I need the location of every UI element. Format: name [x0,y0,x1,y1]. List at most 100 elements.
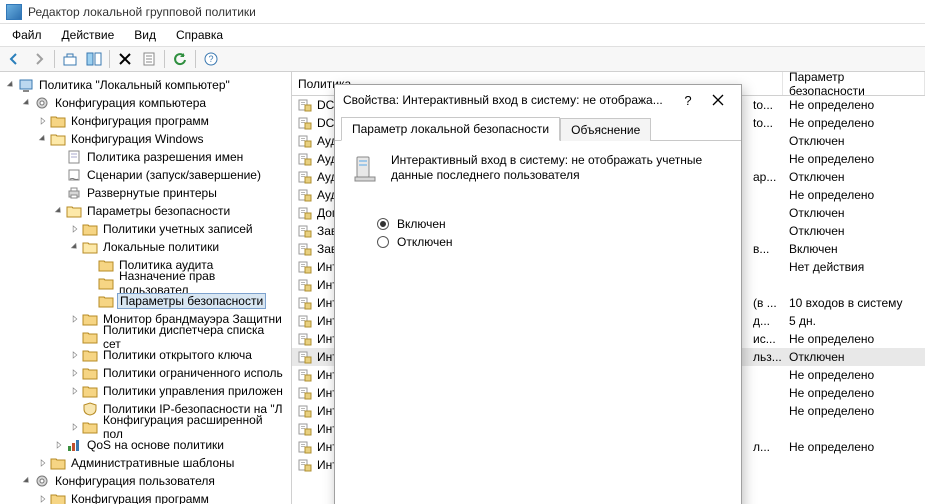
dialog-heading: Интерактивный вход в систему: не отображ… [349,153,727,185]
tree-item[interactable]: Конфигурация компьютера [0,94,291,112]
back-button[interactable] [4,48,26,70]
tree-item-label: Политики ограниченного исполь [101,366,285,380]
show-hide-tree-button[interactable] [83,48,105,70]
tree-item-label: Конфигурация программ [69,492,211,504]
menu-action[interactable]: Действие [52,25,125,45]
tree-item[interactable]: Конфигурация пользователя [0,472,291,490]
row-security-value: Отключен [783,350,925,364]
toolbar: ? [0,46,925,72]
gear-icon [34,473,50,489]
tree-item[interactable]: Конфигурация Windows [0,130,291,148]
expand-collapse-icon[interactable] [4,78,18,92]
folder-icon [82,329,98,345]
folder-icon [82,383,98,399]
folder-icon [50,491,66,504]
help-icon: ? [203,51,219,67]
policy-item-icon [297,421,313,437]
tree-item[interactable]: Политики открытого ключа [0,346,291,364]
toolbar-separator [195,50,196,68]
row-security-value: Не определено [783,368,925,382]
dialog-close-button[interactable] [703,85,733,115]
expand-collapse-icon[interactable] [20,474,34,488]
radio-disabled-label: Отключен [397,235,453,249]
policy-item-icon [297,151,313,167]
delete-button[interactable] [114,48,136,70]
radio-enabled[interactable]: Включен [377,217,727,231]
column-security-param[interactable]: Параметр безопасности [783,72,925,95]
printer-icon [66,185,82,201]
tree-item-label: Политики учетных записей [101,222,255,236]
tree-item[interactable]: Параметры безопасности [0,202,291,220]
tree-item[interactable]: Политики ограниченного исполь [0,364,291,382]
menu-help[interactable]: Справка [166,25,233,45]
row-security-value: Не определено [783,440,925,454]
policy-item-icon [297,313,313,329]
tree-item-label: Развернутые принтеры [85,186,219,200]
expand-collapse-icon[interactable] [36,114,50,128]
tree-item[interactable]: Локальные политики [0,238,291,256]
row-security-value: Отключен [783,170,925,184]
expand-collapse-icon[interactable] [68,384,82,398]
policy-item-icon [297,331,313,347]
expand-collapse-icon[interactable] [68,240,82,254]
tab-explanation[interactable]: Объяснение [560,118,651,141]
policy-item-icon [297,133,313,149]
radio-disabled[interactable]: Отключен [377,235,727,249]
row-policy-suffix: д... [753,314,783,328]
tree-item[interactable]: Административные шаблоны [0,454,291,472]
tree-item[interactable]: Назначение прав пользовател [0,274,291,292]
tree-item[interactable]: Конфигурация программ [0,112,291,130]
expand-collapse-icon[interactable] [36,492,50,504]
row-policy-suffix: л... [753,440,783,454]
folder-icon [82,311,98,327]
tree-item[interactable]: Политика "Локальный компьютер" [0,76,291,94]
tree-item[interactable]: Политики диспетчера списка сет [0,328,291,346]
row-security-value: Нет действия [783,260,925,274]
forward-arrow-icon [31,51,47,67]
expand-collapse-icon[interactable] [20,96,34,110]
tree-item[interactable]: Политики управления приложен [0,382,291,400]
menu-view[interactable]: Вид [124,25,166,45]
tree-item[interactable]: Сценарии (запуск/завершение) [0,166,291,184]
tree-item-label: QoS на основе политики [85,438,226,452]
folder-icon [50,131,66,147]
policy-item-icon [297,457,313,473]
policy-item-icon [297,439,313,455]
expand-collapse-icon[interactable] [68,366,82,380]
tree-item-label: Конфигурация расширенной пол [101,413,287,441]
menu-file[interactable]: Файл [2,25,52,45]
properties-button[interactable] [138,48,160,70]
titlebar: Редактор локальной групповой политики [0,0,925,24]
expand-collapse-icon[interactable] [52,438,66,452]
up-button[interactable] [59,48,81,70]
tree-item-label: Политика разрешения имен [85,150,245,164]
refresh-button[interactable] [169,48,191,70]
dialog-titlebar: Свойства: Интерактивный вход в систему: … [335,85,741,115]
tree-item[interactable]: Политика разрешения имен [0,148,291,166]
tree-pane: Политика "Локальный компьютер"Конфигурац… [0,72,292,504]
qos-icon [66,437,82,453]
expand-collapse-icon[interactable] [68,312,82,326]
properties-dialog: Свойства: Интерактивный вход в систему: … [334,84,742,504]
forward-button[interactable] [28,48,50,70]
tab-local-security-param[interactable]: Параметр локальной безопасности [341,117,560,141]
dialog-help-button[interactable]: ? [673,85,703,115]
expand-collapse-icon[interactable] [36,456,50,470]
tree-item[interactable]: Конфигурация программ [0,490,291,504]
expand-collapse-icon[interactable] [68,348,82,362]
folder-icon [82,221,98,237]
row-policy-suffix: ис... [753,332,783,346]
expand-collapse-icon[interactable] [36,132,50,146]
tree-item[interactable]: Политики учетных записей [0,220,291,238]
tree-item[interactable]: Параметры безопасности [0,292,291,310]
nav-tree[interactable]: Политика "Локальный компьютер"Конфигурац… [0,76,291,504]
tree-item[interactable]: Развернутые принтеры [0,184,291,202]
expand-collapse-icon[interactable] [52,204,66,218]
row-security-value: Не определено [783,116,925,130]
row-security-value: Не определено [783,98,925,112]
tree-item[interactable]: Конфигурация расширенной пол [0,418,291,436]
expand-collapse-icon[interactable] [68,222,82,236]
row-security-value: Включен [783,242,925,256]
expand-collapse-icon[interactable] [68,420,82,434]
help-button[interactable]: ? [200,48,222,70]
